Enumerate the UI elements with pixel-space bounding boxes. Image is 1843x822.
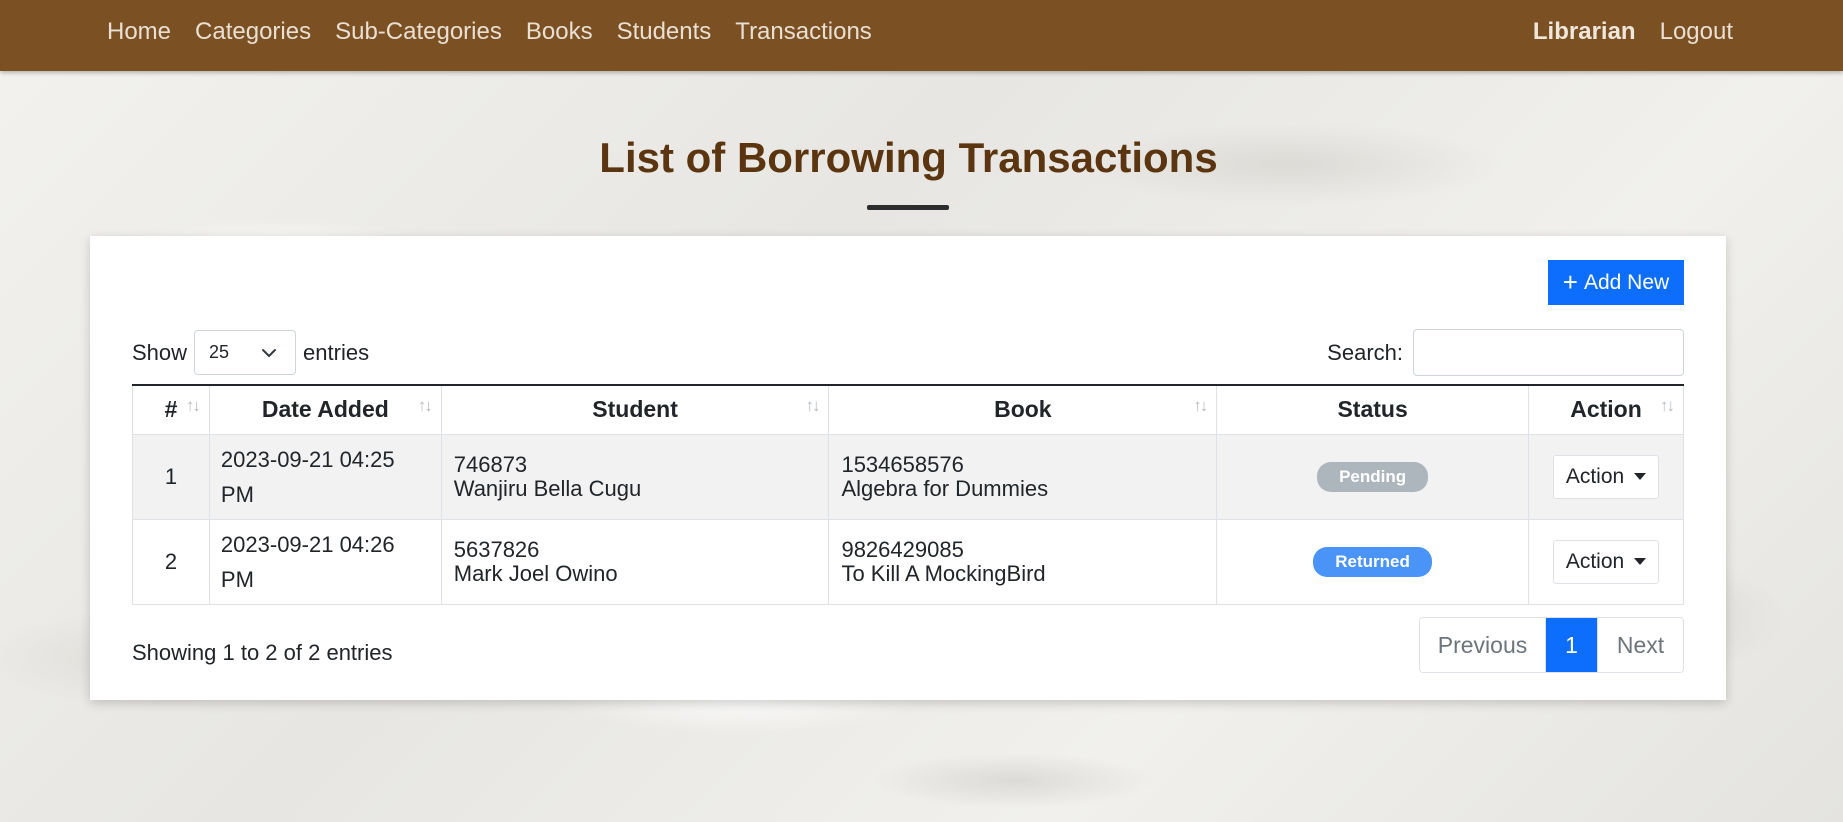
nav-transactions-link[interactable]: Transactions <box>735 18 872 46</box>
next-page-button[interactable]: Next <box>1597 618 1683 672</box>
nav-sub-categories-link[interactable]: Sub-Categories <box>335 18 502 46</box>
caret-down-icon <box>1634 558 1647 565</box>
action-label: Action <box>1565 549 1625 573</box>
sort-icon: ↑↓ <box>417 396 433 415</box>
add-new-button[interactable]: + Add New <box>1548 260 1684 305</box>
row-student: 5637826 Mark Joel Owino <box>440 518 830 605</box>
book-code: 1534658576 <box>841 451 964 477</box>
sort-icon: ↑↓ <box>185 396 201 415</box>
row-book: 1534658576 Algebra for Dummies <box>828 433 1218 520</box>
page-title: List of Borrowing Transactions <box>599 134 1218 181</box>
column-header-date-added[interactable]: Date Added ↑↓ <box>208 384 442 435</box>
row-date-added: 2023-09-21 04:26 PM <box>208 518 442 605</box>
book-title: To Kill A MockingBird <box>841 560 1046 586</box>
book-title: Algebra for Dummies <box>841 475 1049 501</box>
entries-label: entries <box>303 339 370 365</box>
entries-length-control: Show 25 entries <box>132 330 369 375</box>
row-book: 9826429085 To Kill A MockingBird <box>828 518 1218 605</box>
nav-user-link[interactable]: Librarian <box>1533 18 1636 46</box>
table-row: 1 2023-09-21 04:25 PM 746873 Wanjiru Bel… <box>132 433 1684 520</box>
nav-logout-link[interactable]: Logout <box>1660 18 1733 46</box>
student-code: 5637826 <box>453 536 540 562</box>
sort-icon: ↑↓ <box>1660 396 1675 415</box>
row-action: Action <box>1528 518 1684 605</box>
column-header-student[interactable]: Student ↑↓ <box>440 384 830 435</box>
action-dropdown-button[interactable]: Action <box>1552 539 1660 584</box>
entries-select[interactable]: 25 <box>194 330 297 375</box>
column-header-status: Status <box>1216 384 1529 435</box>
action-dropdown-button[interactable]: Action <box>1552 454 1660 499</box>
transactions-card: + Add New Show 25 entries Search: #↑↓ D <box>90 236 1726 700</box>
student-name: Wanjiru Bella Cugu <box>453 475 642 501</box>
column-header-number[interactable]: # ↑↓ <box>132 384 210 435</box>
table-row: 2 2023-09-21 04:26 PM 5637826 Mark Joel … <box>132 518 1684 605</box>
search-control: Search: <box>1327 329 1684 376</box>
previous-page-button[interactable]: Previous <box>1420 618 1546 672</box>
entries-select-value: 25 <box>209 342 230 362</box>
nav-home-link[interactable]: Home <box>107 18 171 46</box>
search-input[interactable] <box>1413 329 1684 376</box>
caret-down-icon <box>1634 473 1647 480</box>
row-number: 2 <box>132 518 210 605</box>
search-label: Search: <box>1327 339 1403 365</box>
row-date-added: 2023-09-21 04:25 PM <box>208 433 442 520</box>
status-badge: Pending <box>1317 461 1429 492</box>
column-header-action[interactable]: Action ↑↓ <box>1528 384 1684 435</box>
show-label: Show <box>132 339 188 365</box>
sort-icon: ↑↓ <box>805 396 820 415</box>
row-number: 1 <box>132 433 210 520</box>
status-badge: Returned <box>1313 546 1432 577</box>
table-header-row: # ↑↓ Date Added ↑↓ Student ↑↓ Book ↑↓ Status… <box>132 384 1684 435</box>
nav-user-area: Librarian Logout <box>1533 0 1733 63</box>
transactions-table: # ↑↓ Date Added ↑↓ Student ↑↓ Book ↑↓ Status… <box>132 384 1684 605</box>
title-divider <box>867 205 949 210</box>
pagination: Previous 1 Next <box>1419 617 1684 673</box>
student-code: 746873 <box>453 451 528 477</box>
table-info: Showing 1 to 2 of 2 entries <box>132 640 393 665</box>
action-label: Action <box>1565 464 1625 488</box>
student-name: Mark Joel Owino <box>453 560 618 586</box>
row-status: Returned <box>1216 518 1529 605</box>
plus-icon: + <box>1562 266 1578 297</box>
row-status: Pending <box>1216 433 1529 520</box>
chevron-down-icon <box>262 348 277 357</box>
column-header-book[interactable]: Book ↑↓ <box>828 384 1218 435</box>
row-student: 746873 Wanjiru Bella Cugu <box>440 433 830 520</box>
nav-books-link[interactable]: Books <box>526 18 593 46</box>
nav-students-link[interactable]: Students <box>617 18 712 46</box>
nav-categories-link[interactable]: Categories <box>195 18 311 46</box>
page-1-button[interactable]: 1 <box>1546 618 1597 672</box>
sort-icon: ↑↓ <box>1193 396 1208 415</box>
nav-links: Home Categories Sub-Categories Books Stu… <box>107 0 872 63</box>
top-navbar: Home Categories Sub-Categories Books Stu… <box>0 0 1843 71</box>
add-new-label: Add New <box>1583 270 1670 294</box>
row-action: Action <box>1528 433 1684 520</box>
book-code: 9826429085 <box>841 536 964 562</box>
